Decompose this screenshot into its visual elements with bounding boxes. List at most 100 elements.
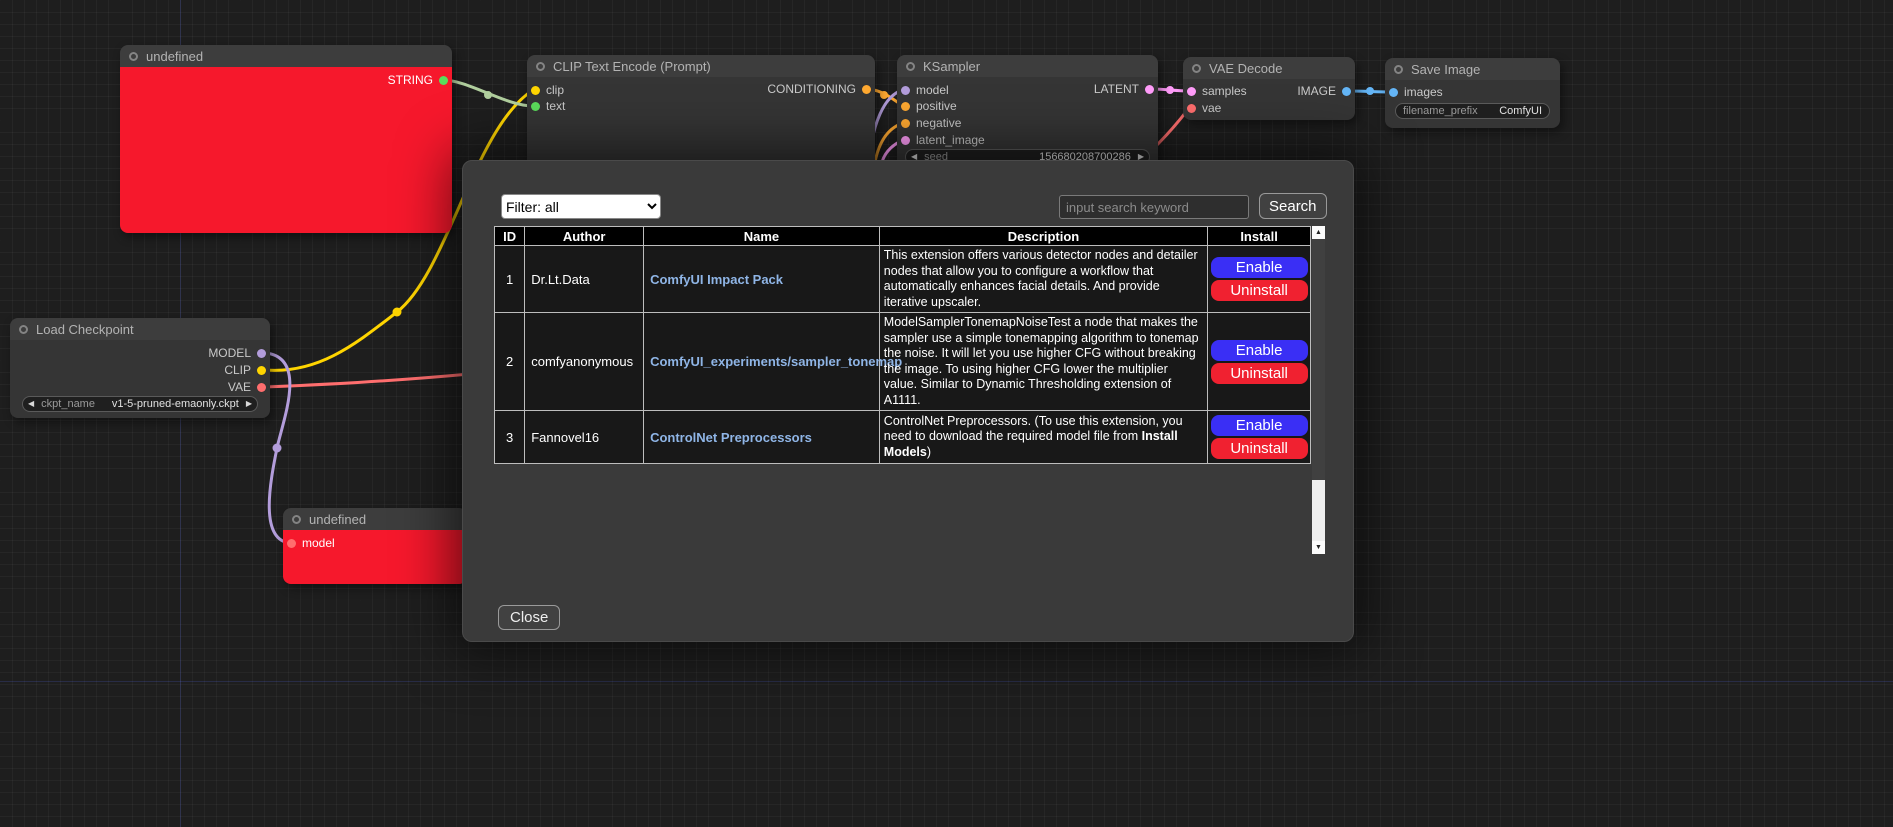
filter-select[interactable]: Filter: all	[501, 194, 661, 219]
extension-link[interactable]: ComfyUI Impact Pack	[650, 272, 783, 287]
node-header[interactable]: KSampler	[897, 55, 1158, 77]
slot-label: MODEL	[208, 346, 251, 360]
increment-arrow-icon[interactable]: ▶	[246, 400, 252, 408]
search-button[interactable]: Search	[1259, 193, 1327, 219]
slot-label: vae	[1202, 101, 1221, 115]
output-slot-image: IMAGE	[1297, 84, 1351, 98]
slot-label: VAE	[228, 380, 251, 394]
input-slot-positive: positive	[901, 99, 957, 113]
extension-manager-dialog: Filter: all Search ID Author Name Descri…	[462, 160, 1354, 642]
input-pin-negative[interactable]	[901, 119, 910, 128]
input-pin-positive[interactable]	[901, 102, 910, 111]
node-collapse-dot[interactable]	[536, 62, 545, 71]
slot-label: images	[1404, 85, 1443, 99]
wire-image-midpoint-dot	[1366, 87, 1374, 95]
node-title: undefined	[146, 49, 203, 64]
enable-button[interactable]: Enable	[1211, 340, 1308, 361]
slot-label: IMAGE	[1297, 84, 1336, 98]
extension-install-cell: EnableUninstall	[1208, 246, 1311, 313]
input-slot-text: text	[531, 99, 565, 113]
node-header[interactable]: undefined	[283, 508, 467, 530]
node-header[interactable]: VAE Decode	[1183, 57, 1355, 79]
output-slot-string: STRING	[388, 73, 448, 87]
node-save-image[interactable]: Save Image images filename_prefix ComfyU…	[1385, 58, 1560, 128]
output-pin-string[interactable]	[439, 76, 448, 85]
input-pin-model[interactable]	[287, 539, 296, 548]
node-graph-canvas[interactable]: undefined STRING CLIP Text Encode (Promp…	[0, 0, 1893, 827]
extension-link[interactable]: ControlNet Preprocessors	[650, 430, 812, 445]
extension-author: Fannovel16	[525, 411, 644, 464]
node-title: CLIP Text Encode (Prompt)	[553, 59, 711, 74]
slot-label: model	[916, 83, 949, 97]
input-pin-clip[interactable]	[531, 86, 540, 95]
scroll-down-icon: ▼	[1315, 544, 1322, 551]
uninstall-button[interactable]: Uninstall	[1211, 363, 1308, 384]
node-undefined-top[interactable]: undefined STRING	[120, 45, 452, 233]
node-header[interactable]: undefined	[120, 45, 452, 67]
extension-install-cell: EnableUninstall	[1208, 313, 1311, 411]
scroll-up-button[interactable]: ▲	[1312, 226, 1325, 239]
uninstall-button[interactable]: Uninstall	[1211, 280, 1308, 301]
header-name: Name	[644, 227, 880, 246]
extension-description: ControlNet Preprocessors. (To use this e…	[879, 411, 1207, 464]
input-pin-vae[interactable]	[1187, 104, 1196, 113]
extension-name-cell: ComfyUI Impact Pack	[644, 246, 880, 313]
extension-id: 1	[495, 246, 525, 313]
input-pin-images[interactable]	[1389, 88, 1398, 97]
output-slot-conditioning: CONDITIONING	[767, 82, 871, 96]
node-collapse-dot[interactable]	[292, 515, 301, 524]
slot-label: samples	[1202, 84, 1247, 98]
wire-clip-midpoint-dot	[393, 308, 402, 317]
close-button[interactable]: Close	[498, 605, 560, 630]
extension-author: Dr.Lt.Data	[525, 246, 644, 313]
output-pin-latent[interactable]	[1145, 85, 1154, 94]
widget-label: filename_prefix	[1403, 105, 1478, 117]
enable-button[interactable]: Enable	[1211, 415, 1308, 436]
input-pin-latent-image[interactable]	[901, 136, 910, 145]
scroll-down-button[interactable]: ▼	[1312, 541, 1325, 554]
filename-prefix-widget[interactable]: filename_prefix ComfyUI	[1395, 103, 1550, 119]
extension-link[interactable]: ComfyUI_experiments/sampler_tonemap	[650, 354, 902, 369]
input-pin-samples[interactable]	[1187, 87, 1196, 96]
enable-button[interactable]: Enable	[1211, 257, 1308, 278]
extension-install-cell: EnableUninstall	[1208, 411, 1311, 464]
ckpt-name-widget[interactable]: ◀ ckpt_name v1-5-pruned-emaonly.ckpt ▶	[22, 396, 258, 412]
slot-label: positive	[916, 99, 957, 113]
header-install: Install	[1208, 227, 1311, 246]
uninstall-button[interactable]: Uninstall	[1211, 438, 1308, 459]
decrement-arrow-icon[interactable]: ◀	[28, 400, 34, 408]
scrollbar-track[interactable]	[1312, 480, 1325, 541]
node-undefined-bottom[interactable]: undefined model	[283, 508, 467, 584]
search-input[interactable]	[1059, 195, 1249, 219]
node-collapse-dot[interactable]	[129, 52, 138, 61]
table-scrollbar[interactable]: ▲ ▼	[1312, 226, 1325, 554]
scrollbar-thumb[interactable]	[1312, 239, 1325, 480]
node-header[interactable]: Load Checkpoint	[10, 318, 270, 340]
input-pin-text[interactable]	[531, 102, 540, 111]
node-vae-decode[interactable]: VAE Decode samples vae IMAGE	[1183, 57, 1355, 120]
node-load-checkpoint[interactable]: Load Checkpoint MODEL CLIP VAE ◀ ckpt_na…	[10, 318, 270, 418]
output-pin-model[interactable]	[257, 349, 266, 358]
widget-value: ComfyUI	[1478, 105, 1542, 117]
node-title: VAE Decode	[1209, 61, 1282, 76]
extension-author: comfyanonymous	[525, 313, 644, 411]
extension-row: 1Dr.Lt.DataComfyUI Impact PackThis exten…	[495, 246, 1311, 313]
node-header[interactable]: Save Image	[1385, 58, 1560, 80]
output-pin-vae[interactable]	[257, 383, 266, 392]
slot-label: negative	[916, 116, 961, 130]
input-pin-model[interactable]	[901, 86, 910, 95]
output-pin-conditioning[interactable]	[862, 85, 871, 94]
widget-value: v1-5-pruned-emaonly.ckpt	[95, 398, 239, 410]
header-id: ID	[495, 227, 525, 246]
node-header[interactable]: CLIP Text Encode (Prompt)	[527, 55, 875, 77]
extension-table-container: ID Author Name Description Install 1Dr.L…	[494, 226, 1325, 554]
node-collapse-dot[interactable]	[1394, 65, 1403, 74]
node-ksampler[interactable]: KSampler model positive negative latent_…	[897, 55, 1158, 170]
node-collapse-dot[interactable]	[1192, 64, 1201, 73]
node-collapse-dot[interactable]	[19, 325, 28, 334]
node-clip-text-encode[interactable]: CLIP Text Encode (Prompt) clip text COND…	[527, 55, 875, 170]
node-collapse-dot[interactable]	[906, 62, 915, 71]
output-pin-clip[interactable]	[257, 366, 266, 375]
node-title: KSampler	[923, 59, 980, 74]
output-pin-image[interactable]	[1342, 87, 1351, 96]
